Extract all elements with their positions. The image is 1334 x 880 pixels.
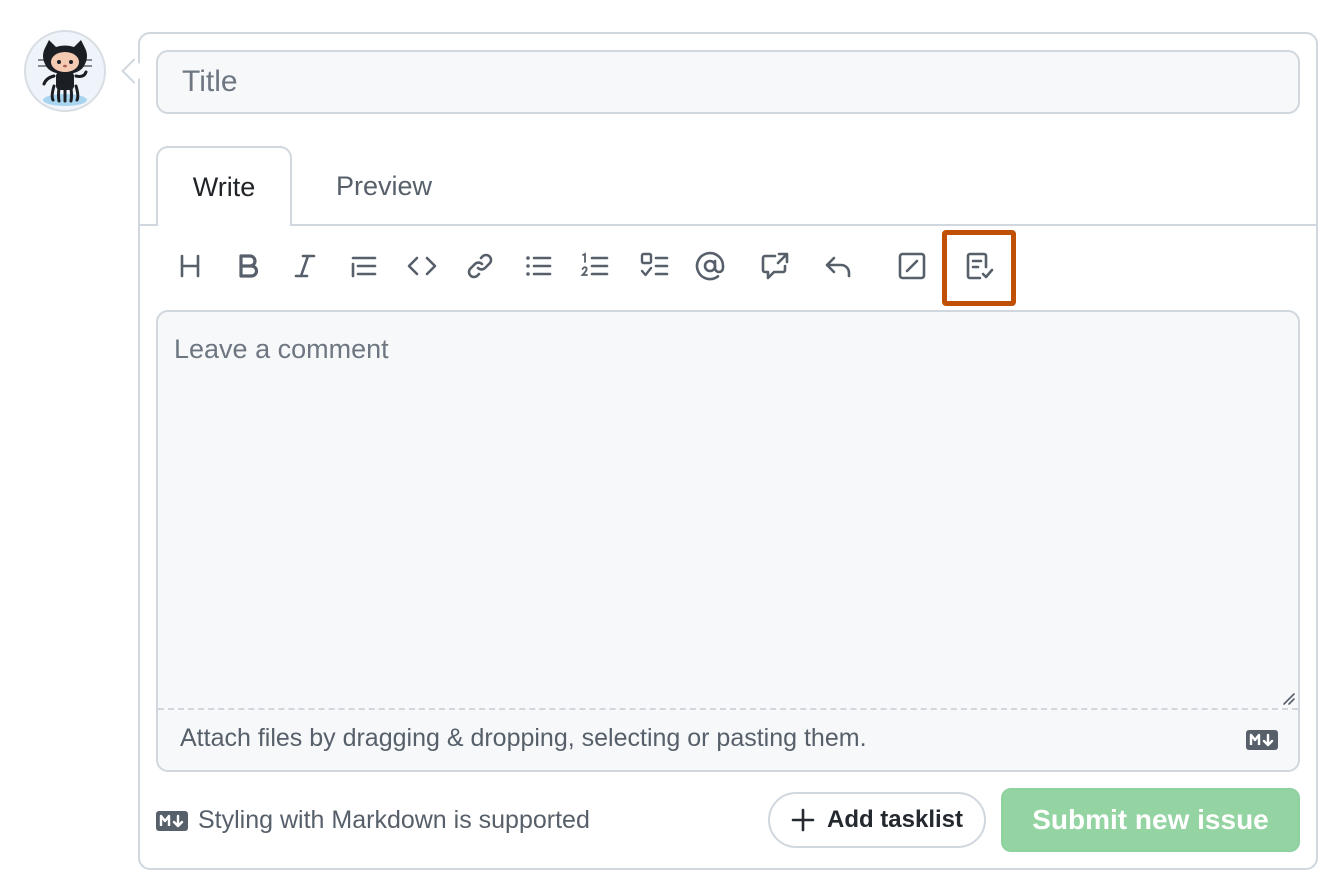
link-button[interactable]	[460, 246, 500, 286]
markdown-support-note[interactable]: Styling with Markdown is supported	[156, 806, 590, 835]
bold-button[interactable]	[228, 246, 268, 286]
new-issue-page: Write Preview	[0, 0, 1334, 880]
markdown-icon	[156, 810, 188, 831]
tabs-divider	[140, 224, 1316, 226]
octocat-icon	[38, 40, 92, 106]
link-icon	[467, 253, 493, 279]
code-icon	[407, 256, 437, 276]
plus-icon	[791, 808, 815, 832]
tasklist-icon	[640, 252, 669, 277]
unordered-list-button[interactable]	[518, 246, 558, 286]
file-check-icon	[966, 252, 994, 280]
add-tasklist-button[interactable]: Add tasklist	[768, 792, 986, 848]
italic-icon	[294, 254, 316, 278]
ordered-list-button[interactable]	[575, 246, 615, 286]
list-ordered-icon	[580, 252, 609, 276]
heading-icon	[180, 254, 200, 278]
issue-form-button[interactable]	[959, 246, 999, 286]
cross-reference-icon	[761, 252, 789, 280]
quote-button[interactable]	[344, 246, 384, 286]
tab-preview[interactable]: Preview	[310, 148, 458, 224]
comment-textarea[interactable]	[158, 312, 1298, 708]
bold-icon	[239, 254, 259, 278]
list-unordered-icon	[526, 256, 552, 276]
attach-files-text[interactable]: Attach files by dragging & dropping, sel…	[180, 724, 867, 753]
tasklist-button[interactable]	[635, 246, 675, 286]
markdown-support-text: Styling with Markdown is supported	[198, 806, 590, 834]
slash-commands-button[interactable]	[892, 246, 932, 286]
quote-icon	[351, 256, 377, 278]
user-avatar[interactable]	[24, 30, 106, 112]
comment-box: Attach files by dragging & dropping, sel…	[156, 310, 1300, 772]
italic-button[interactable]	[285, 246, 325, 286]
resize-handle-icon[interactable]	[1280, 690, 1296, 706]
mention-button[interactable]	[690, 246, 730, 286]
mention-icon	[695, 251, 725, 281]
saved-reply-button[interactable]	[818, 246, 858, 286]
title-input[interactable]	[156, 50, 1300, 114]
tab-write[interactable]: Write	[156, 146, 292, 226]
code-button[interactable]	[402, 246, 442, 286]
reply-icon	[825, 256, 851, 278]
cross-reference-button[interactable]	[755, 246, 795, 286]
attach-divider	[158, 708, 1298, 710]
slash-command-icon	[898, 252, 926, 280]
markdown-icon	[1246, 730, 1278, 750]
add-tasklist-label: Add tasklist	[826, 806, 964, 833]
heading-button[interactable]	[170, 246, 210, 286]
submit-new-issue-button[interactable]: Submit new issue	[1001, 788, 1300, 852]
